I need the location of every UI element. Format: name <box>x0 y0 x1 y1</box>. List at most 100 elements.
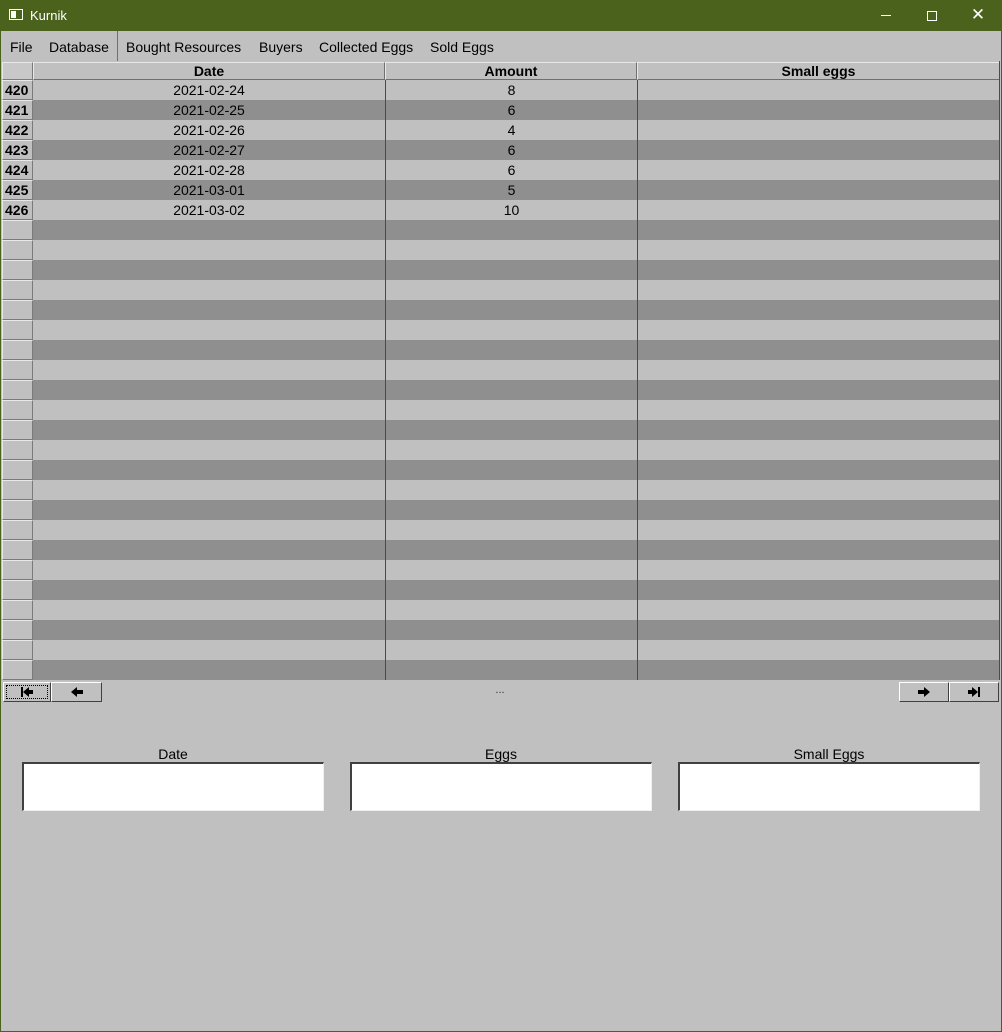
cell-date[interactable] <box>33 280 385 300</box>
table-row[interactable] <box>1 500 1000 520</box>
eggs-field[interactable] <box>350 762 652 811</box>
cell-amount[interactable] <box>385 400 637 420</box>
cell-date[interactable] <box>33 400 385 420</box>
first-record-button[interactable] <box>3 682 51 702</box>
row-header[interactable] <box>2 620 33 640</box>
table-row[interactable] <box>1 540 1000 560</box>
row-header[interactable] <box>2 540 33 560</box>
cell-date[interactable] <box>33 460 385 480</box>
cell-small-eggs[interactable] <box>637 600 1000 620</box>
row-header[interactable] <box>2 280 33 300</box>
cell-small-eggs[interactable] <box>637 500 1000 520</box>
cell-amount[interactable] <box>385 520 637 540</box>
row-header[interactable] <box>2 340 33 360</box>
cell-amount[interactable] <box>385 320 637 340</box>
cell-small-eggs[interactable] <box>637 200 1000 220</box>
menu-file[interactable]: File <box>10 39 33 55</box>
cell-date[interactable] <box>33 560 385 580</box>
cell-amount[interactable] <box>385 260 637 280</box>
cell-small-eggs[interactable] <box>637 100 1000 120</box>
row-header[interactable] <box>2 240 33 260</box>
cell-date[interactable] <box>33 220 385 240</box>
table-row[interactable]: 422 2021-02-26 4 <box>1 120 1000 140</box>
table-row[interactable] <box>1 460 1000 480</box>
row-header[interactable]: 421 <box>2 100 33 120</box>
cell-date[interactable] <box>33 260 385 280</box>
table-row[interactable] <box>1 300 1000 320</box>
column-header-small-eggs[interactable]: Small eggs <box>637 62 1000 80</box>
cell-date[interactable] <box>33 340 385 360</box>
cell-amount[interactable]: 10 <box>385 200 637 220</box>
table-row[interactable]: 425 2021-03-01 5 <box>1 180 1000 200</box>
table-row[interactable] <box>1 380 1000 400</box>
row-header[interactable] <box>2 300 33 320</box>
cell-amount[interactable] <box>385 420 637 440</box>
cell-small-eggs[interactable] <box>637 560 1000 580</box>
cell-date[interactable] <box>33 420 385 440</box>
cell-amount[interactable] <box>385 620 637 640</box>
menu-buyers[interactable]: Buyers <box>259 39 303 55</box>
cell-date[interactable] <box>33 620 385 640</box>
window-app-icon[interactable] <box>9 9 23 20</box>
cell-amount[interactable] <box>385 600 637 620</box>
row-header[interactable] <box>2 660 33 680</box>
cell-date[interactable] <box>33 440 385 460</box>
row-header[interactable]: 422 <box>2 120 33 140</box>
cell-amount[interactable] <box>385 580 637 600</box>
table-row[interactable] <box>1 520 1000 540</box>
cell-small-eggs[interactable] <box>637 320 1000 340</box>
cell-date[interactable] <box>33 520 385 540</box>
cell-amount[interactable] <box>385 220 637 240</box>
row-header[interactable]: 425 <box>2 180 33 200</box>
cell-amount[interactable] <box>385 380 637 400</box>
menu-bought-resources[interactable]: Bought Resources <box>126 39 241 55</box>
row-header[interactable] <box>2 460 33 480</box>
cell-amount[interactable]: 4 <box>385 120 637 140</box>
cell-amount[interactable]: 6 <box>385 100 637 120</box>
row-header[interactable] <box>2 600 33 620</box>
table-row[interactable] <box>1 560 1000 580</box>
cell-small-eggs[interactable] <box>637 580 1000 600</box>
cell-date[interactable] <box>33 600 385 620</box>
cell-small-eggs[interactable] <box>637 480 1000 500</box>
table-row[interactable] <box>1 240 1000 260</box>
table-row[interactable]: 424 2021-02-28 6 <box>1 160 1000 180</box>
table-row[interactable] <box>1 600 1000 620</box>
cell-small-eggs[interactable] <box>637 440 1000 460</box>
cell-date[interactable]: 2021-03-01 <box>33 180 385 200</box>
menu-database[interactable]: Database <box>49 39 109 55</box>
row-header[interactable] <box>2 500 33 520</box>
table-row[interactable] <box>1 480 1000 500</box>
table-row[interactable] <box>1 260 1000 280</box>
cell-date[interactable] <box>33 660 385 680</box>
table-row[interactable]: 421 2021-02-25 6 <box>1 100 1000 120</box>
cell-date[interactable]: 2021-02-24 <box>33 80 385 100</box>
grid-corner[interactable] <box>2 62 33 80</box>
close-button[interactable]: ✕ <box>955 0 1001 31</box>
cell-date[interactable]: 2021-02-28 <box>33 160 385 180</box>
cell-amount[interactable] <box>385 340 637 360</box>
column-header-date[interactable]: Date <box>33 62 385 80</box>
cell-small-eggs[interactable] <box>637 220 1000 240</box>
cell-amount[interactable] <box>385 440 637 460</box>
cell-small-eggs[interactable] <box>637 540 1000 560</box>
table-row[interactable] <box>1 220 1000 240</box>
row-header[interactable]: 424 <box>2 160 33 180</box>
next-record-button[interactable] <box>899 682 949 702</box>
row-header[interactable] <box>2 580 33 600</box>
cell-amount[interactable] <box>385 460 637 480</box>
cell-date[interactable] <box>33 580 385 600</box>
cell-amount[interactable] <box>385 500 637 520</box>
menu-collected-eggs[interactable]: Collected Eggs <box>319 39 413 55</box>
row-header[interactable] <box>2 420 33 440</box>
cell-date[interactable] <box>33 300 385 320</box>
cell-small-eggs[interactable] <box>637 120 1000 140</box>
last-record-button[interactable] <box>949 682 999 702</box>
cell-date[interactable] <box>33 500 385 520</box>
row-header[interactable] <box>2 260 33 280</box>
table-row[interactable] <box>1 580 1000 600</box>
cell-small-eggs[interactable] <box>637 260 1000 280</box>
cell-small-eggs[interactable] <box>637 620 1000 640</box>
table-row[interactable]: 426 2021-03-02 10 <box>1 200 1000 220</box>
table-row[interactable] <box>1 360 1000 380</box>
